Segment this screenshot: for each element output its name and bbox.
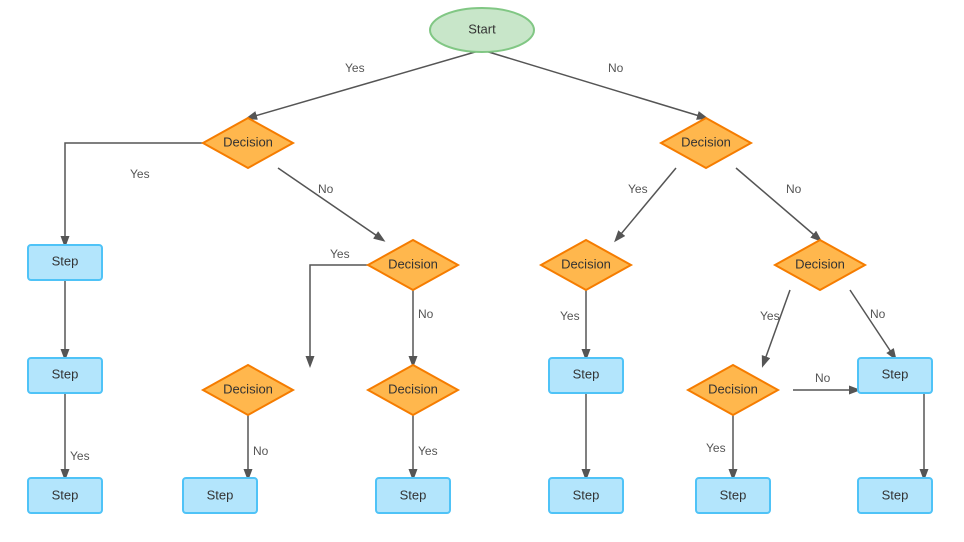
- decision-2-label: Decision: [681, 134, 731, 149]
- edge-label-d1-d3: No: [318, 182, 334, 196]
- edge-label-d7-step7: Yes: [418, 444, 438, 458]
- edge-label-d6-step6: No: [253, 444, 269, 458]
- edge-label-d4-step3: Yes: [560, 309, 580, 323]
- decision-6-label: Decision: [223, 381, 273, 396]
- step-3-label: Step: [573, 366, 600, 381]
- decision-3-label: Decision: [388, 256, 438, 271]
- edge-label-d3-d7: No: [418, 307, 434, 321]
- step-9-label: Step: [720, 487, 747, 502]
- start-label: Start: [468, 21, 496, 36]
- edge-label-d5-d8-yes: Yes: [760, 309, 780, 323]
- edge-label-d8-step9: Yes: [706, 441, 726, 455]
- edge-label-d5-step4: No: [870, 307, 886, 321]
- decision-8-label: Decision: [708, 381, 758, 396]
- decision-4-label: Decision: [561, 256, 611, 271]
- edge-label-d3-d6-yes: Yes: [330, 247, 350, 261]
- edge-label-start-d1: Yes: [345, 61, 365, 75]
- flowchart-diagram: Yes No Yes No Yes No Yes Yes No No Yes Y…: [0, 0, 964, 542]
- step-5-label: Step: [52, 487, 79, 502]
- edge-label-step2-step5: Yes: [70, 449, 90, 463]
- step-7-label: Step: [400, 487, 427, 502]
- edge-label-d2-d4: Yes: [628, 182, 648, 196]
- step-8-label: Step: [573, 487, 600, 502]
- step-4-label: Step: [882, 366, 909, 381]
- edge-label-d1-step1: Yes: [130, 167, 150, 181]
- edge-label-start-d2: No: [608, 61, 624, 75]
- step-2-label: Step: [52, 366, 79, 381]
- step-1-label: Step: [52, 253, 79, 268]
- decision-1-label: Decision: [223, 134, 273, 149]
- edge-label-d8-step4-no: No: [815, 371, 831, 385]
- decision-5-label: Decision: [795, 256, 845, 271]
- edge-label-d2-d5: No: [786, 182, 802, 196]
- decision-7-label: Decision: [388, 381, 438, 396]
- step-6-label: Step: [207, 487, 234, 502]
- step-10-label: Step: [882, 487, 909, 502]
